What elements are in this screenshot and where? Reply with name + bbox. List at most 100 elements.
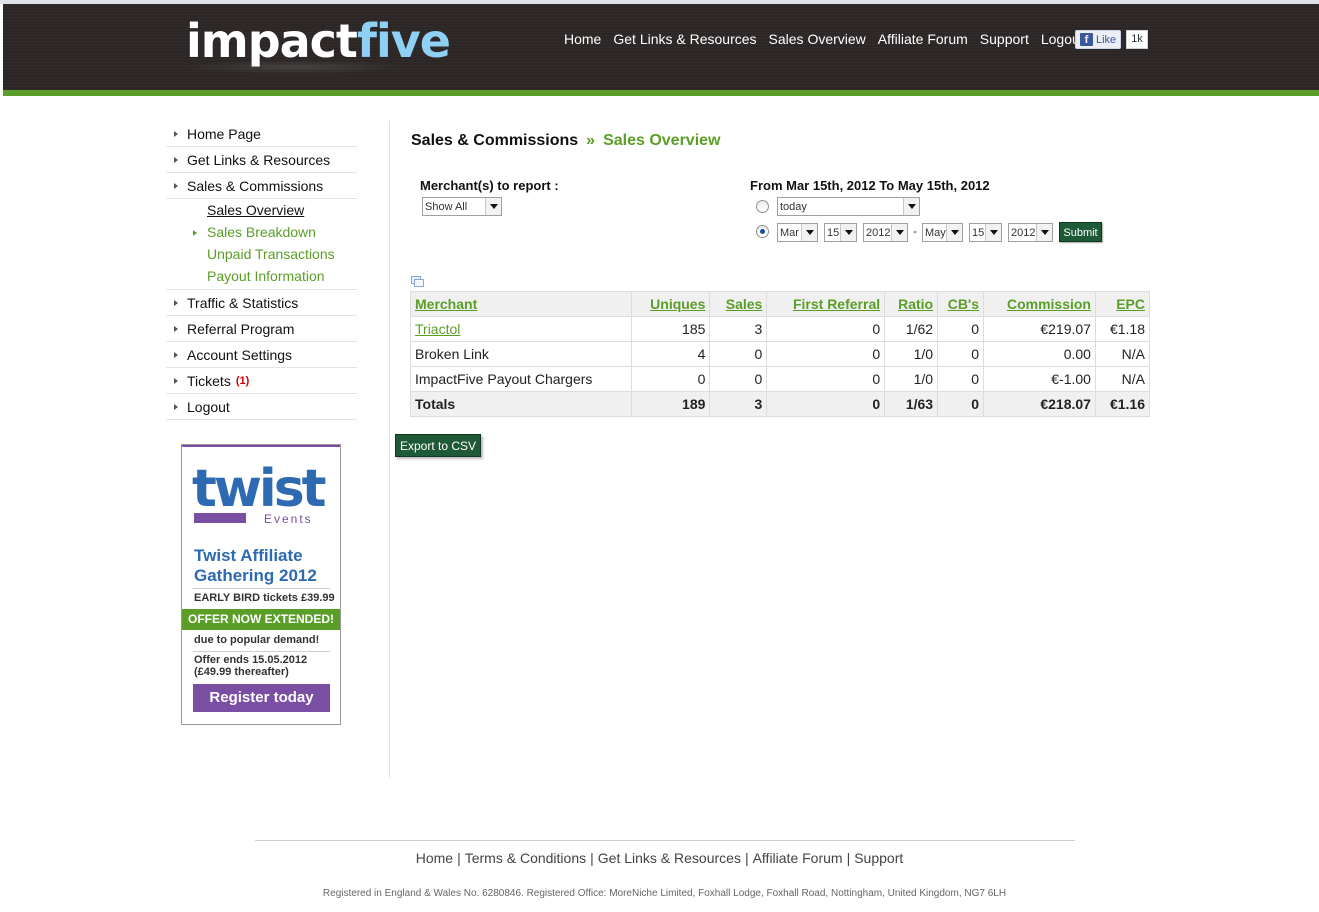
sidebar-item-tickets[interactable]: Tickets (1) — [166, 368, 357, 394]
chevron-down-icon — [985, 224, 1001, 241]
to-day-select[interactable]: 15 — [969, 223, 1002, 242]
ad-register-button[interactable]: Register today — [193, 684, 330, 712]
ad-due-text: due to popular demand! — [194, 634, 320, 646]
column-header-commission[interactable]: Commission — [983, 291, 1096, 317]
chevron-down-icon — [903, 198, 919, 215]
ad-title: Twist Affiliate Gathering 2012 — [194, 546, 317, 585]
nav-support[interactable]: Support — [974, 31, 1035, 47]
nav-affiliate-forum[interactable]: Affiliate Forum — [872, 31, 974, 47]
sidebar-item-account-settings[interactable]: Account Settings — [166, 342, 357, 368]
sidebar-item-referral-program[interactable]: Referral Program — [166, 316, 357, 342]
submit-button[interactable]: Submit — [1059, 222, 1102, 242]
footer-separator: | — [590, 850, 594, 866]
cell-merchant: Broken Link — [409, 341, 633, 367]
logo-text-impact: impact — [186, 14, 358, 68]
column-header-cbs[interactable]: CB's — [937, 291, 985, 317]
to-year-value: 2012 — [1011, 226, 1036, 239]
ad-offer-ends: Offer ends 15.05.2012 (£49.99 thereafter) — [194, 654, 307, 678]
sidebar-subitem-payout-information[interactable]: Payout Information — [166, 265, 357, 287]
from-year-value: 2012 — [866, 226, 891, 239]
cell-commission: €-1.00 — [983, 366, 1096, 392]
column-header-ratio[interactable]: Ratio — [884, 291, 939, 317]
to-year-select[interactable]: 2012 — [1008, 223, 1053, 242]
footer-link-home[interactable]: Home — [416, 850, 453, 866]
ad-separator — [193, 651, 330, 652]
ad-logo-twist: twist — [192, 459, 327, 519]
ad-top-bar — [182, 445, 340, 447]
nav-home[interactable]: Home — [564, 31, 607, 47]
column-header-epc[interactable]: EPC — [1094, 291, 1151, 317]
date-range-dash: - — [913, 224, 917, 238]
merchant-link-triactol[interactable]: Triactol — [415, 321, 460, 337]
from-month-select[interactable]: Mar — [777, 223, 818, 242]
copy-icon[interactable] — [411, 276, 425, 288]
chevron-down-icon — [891, 224, 907, 241]
sidebar-item-home-page[interactable]: Home Page — [166, 121, 357, 147]
footer-link-get-links[interactable]: Get Links & Resources — [598, 850, 741, 866]
cell-commission: 0.00 — [983, 341, 1096, 367]
to-month-select[interactable]: May — [922, 223, 963, 242]
facebook-like-count: 1k — [1126, 30, 1148, 49]
preset-range-radio[interactable] — [756, 200, 769, 213]
nav-sales-overview[interactable]: Sales Overview — [763, 31, 872, 47]
arrow-right-icon — [174, 377, 178, 384]
nav-get-links[interactable]: Get Links & Resources — [607, 31, 762, 47]
cell-total-commission: €218.07 — [983, 391, 1096, 417]
cell-uniques: 4 — [631, 341, 711, 367]
arrow-right-icon — [174, 325, 178, 332]
sidebar-item-get-links[interactable]: Get Links & Resources — [166, 147, 357, 173]
sidebar-subitem-sales-overview[interactable]: Sales Overview — [166, 199, 357, 221]
top-navigation: Home Get Links & Resources Sales Overvie… — [564, 31, 1090, 47]
twist-events-ad-banner[interactable]: twist Events Twist Affiliate Gathering 2… — [181, 444, 341, 725]
sidebar-subitem-unpaid-transactions[interactable]: Unpaid Transactions — [166, 243, 357, 265]
preset-range-value: today — [780, 200, 807, 213]
column-header-sales[interactable]: Sales — [709, 291, 768, 317]
cell-total-epc: €1.16 — [1094, 391, 1151, 417]
ad-offer-extended: OFFER NOW EXTENDED! — [182, 609, 340, 630]
cell-epc: N/A — [1094, 341, 1151, 367]
to-day-value: 15 — [972, 226, 985, 239]
footer-registration-text: Registered in England & Wales No. 628084… — [322, 888, 1007, 899]
cell-totals-label: Totals — [409, 391, 633, 417]
sidebar-item-sales-commissions[interactable]: Sales & Commissions — [166, 173, 357, 199]
column-header-first-referral[interactable]: First Referral — [766, 291, 886, 317]
ad-ends-line: (£49.99 thereafter) — [194, 666, 289, 678]
footer-link-terms[interactable]: Terms & Conditions — [465, 850, 586, 866]
ad-separator — [193, 588, 330, 589]
sidebar-item-traffic-statistics[interactable]: Traffic & Statistics — [166, 290, 357, 316]
table-row: Broken Link 4 0 0 1/0 0 0.00 N/A — [409, 341, 1151, 367]
merchant-select[interactable]: Show All — [422, 197, 502, 216]
sidebar-item-label: Tickets — [187, 372, 231, 389]
footer-divider — [255, 840, 1075, 841]
from-year-select[interactable]: 2012 — [863, 223, 908, 242]
export-csv-button[interactable]: Export to CSV — [395, 434, 481, 457]
from-day-select[interactable]: 15 — [824, 223, 857, 242]
sidebar-subitem-sales-breakdown[interactable]: Sales Breakdown — [166, 221, 357, 243]
cell-first-referral: 0 — [766, 316, 886, 342]
cell-ratio: 1/0 — [884, 341, 939, 367]
site-logo[interactable]: impactfive — [186, 14, 451, 68]
column-header-merchant[interactable]: Merchant — [409, 291, 633, 317]
breadcrumb-current: Sales Overview — [603, 132, 721, 149]
preset-range-select[interactable]: today — [777, 197, 920, 216]
cell-sales: 3 — [709, 316, 768, 342]
breadcrumb-parent: Sales & Commissions — [411, 132, 579, 149]
ad-logo-underline — [194, 513, 246, 523]
footer-link-support[interactable]: Support — [854, 850, 903, 866]
content-divider — [389, 121, 390, 778]
sidebar-item-logout[interactable]: Logout — [166, 394, 357, 420]
arrow-right-icon — [174, 403, 178, 410]
footer-link-affiliate-forum[interactable]: Affiliate Forum — [753, 850, 843, 866]
cell-commission: €219.07 — [983, 316, 1096, 342]
cell-first-referral: 0 — [766, 341, 886, 367]
footer-separator: | — [744, 850, 749, 866]
tickets-count-badge: (1) — [235, 374, 250, 387]
from-day-value: 15 — [827, 226, 840, 239]
column-header-uniques[interactable]: Uniques — [631, 291, 711, 317]
cell-sales: 0 — [709, 341, 768, 367]
facebook-like-button[interactable]: f Like — [1075, 30, 1122, 49]
sidebar-item-label: Sales & Commissions — [187, 177, 324, 194]
cell-epc: N/A — [1094, 366, 1151, 392]
sidebar-subitem-label: Sales Breakdown — [207, 224, 316, 240]
custom-range-radio[interactable] — [756, 225, 769, 238]
